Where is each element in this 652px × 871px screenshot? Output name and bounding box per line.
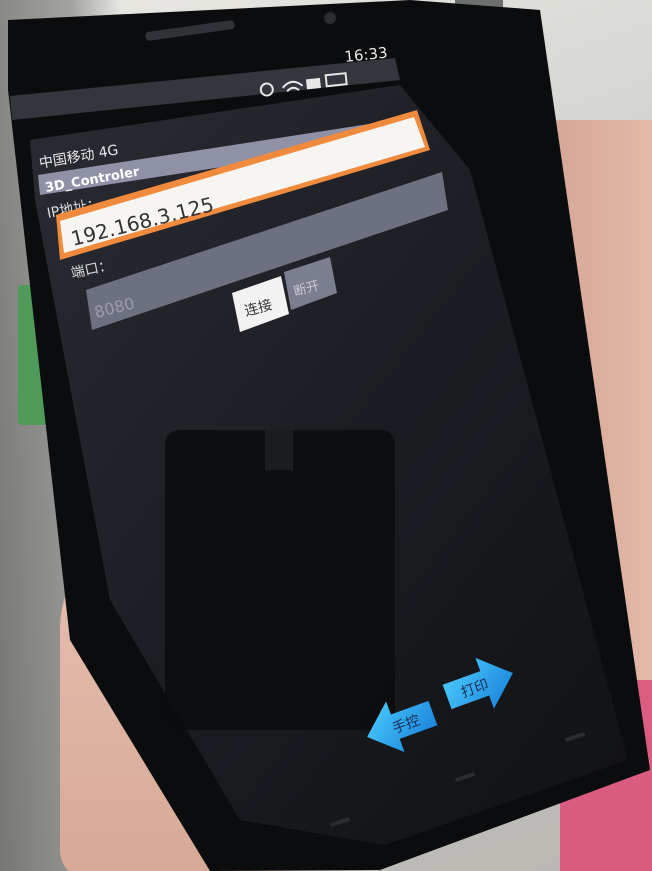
screen-reflection: [165, 430, 395, 730]
phone: 中国移动 4G 16:33 3D_Controler IP地址： 192.168…: [8, 0, 650, 871]
signal-icon: [305, 77, 321, 90]
reflection-detail: [265, 430, 293, 470]
camera-dot: [324, 12, 336, 24]
